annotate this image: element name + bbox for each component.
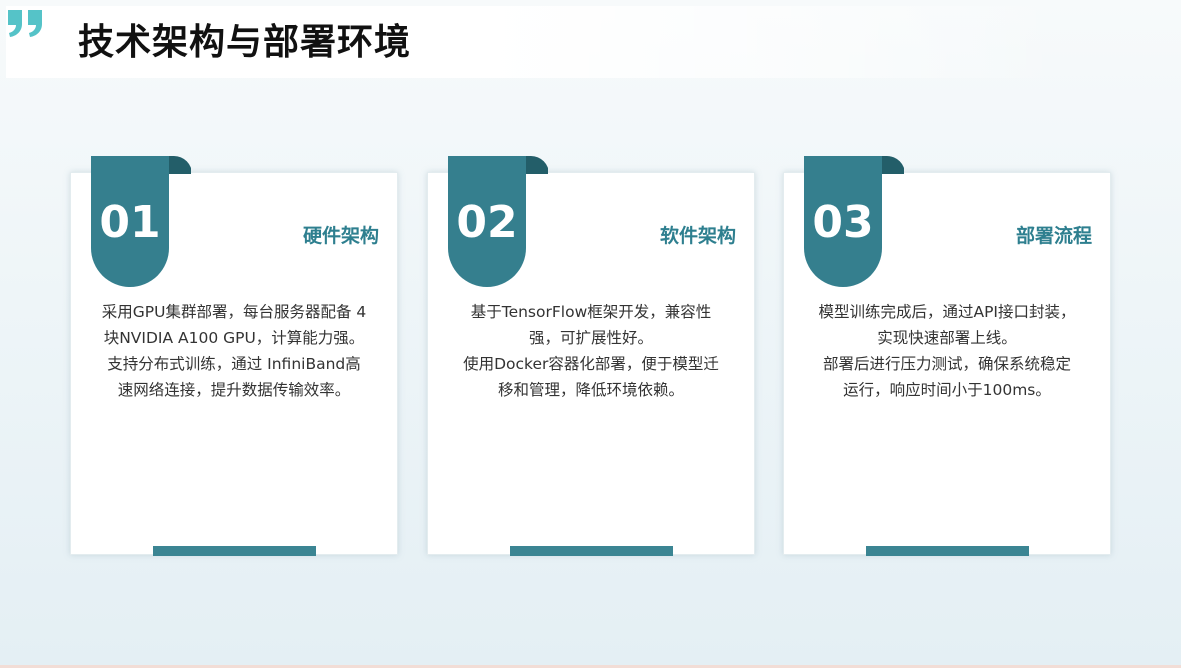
card-number: 02: [456, 197, 518, 248]
card-title: 软件架构: [659, 225, 736, 247]
card-bottom-bar: [153, 546, 316, 556]
card-number: 01: [99, 197, 161, 248]
quote-icon: [8, 10, 42, 37]
card-bottom-bar: [510, 546, 673, 556]
card-body: 模型训练完成后，通过API接口封装， 实现快速部署上线。 部署后进行压力测试，确…: [818, 303, 1076, 399]
card-title: 硬件架构: [302, 225, 379, 247]
card-title: 部署流程: [1015, 225, 1092, 247]
card-deployment: 03 部署流程 模型训练完成后，通过API接口封装， 实现快速部署上线。 部署后…: [783, 156, 1111, 556]
page-title: 技术架构与部署环境: [78, 22, 412, 63]
card-body: 基于TensorFlow框架开发，兼容性 强，可扩展性好。 使用Docker容器…: [463, 303, 719, 399]
card-software: 02 软件架构 基于TensorFlow框架开发，兼容性 强，可扩展性好。 使用…: [427, 156, 755, 556]
card-number: 03: [812, 197, 874, 248]
card-body: 采用GPU集群部署，每台服务器配备 4 块NVIDIA A100 GPU，计算能…: [101, 303, 367, 399]
card-bottom-bar: [866, 546, 1029, 556]
card-hardware: 01 硬件架构 采用GPU集群部署，每台服务器配备 4 块NVIDIA A100…: [70, 156, 398, 556]
